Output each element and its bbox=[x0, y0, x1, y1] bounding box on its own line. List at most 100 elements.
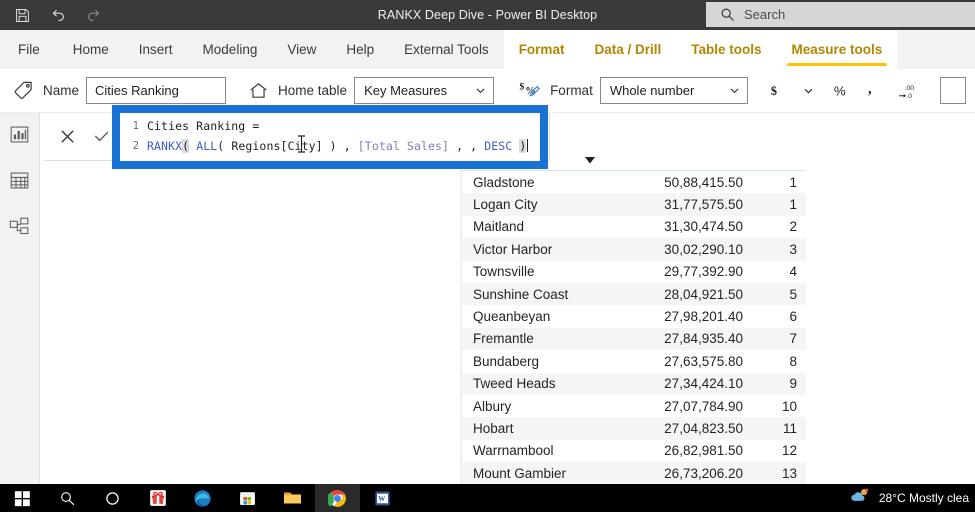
table-row[interactable]: Tweed Heads 27,34,424.10 9 bbox=[462, 372, 806, 395]
dax-formula-editor[interactable]: 1 Cities Ranking = 2 RANKX( ALL( Regions… bbox=[120, 113, 540, 161]
search-taskbar-button[interactable] bbox=[45, 484, 90, 512]
token-measure-reference: [Total Sales] bbox=[357, 139, 450, 153]
text-caret bbox=[527, 139, 529, 152]
cell-value: 31,30,474.50 bbox=[664, 219, 743, 235]
token-desc: DESC bbox=[484, 139, 513, 153]
table-visual[interactable]: Gladstone 50,88,415.50 1 Logan City 31,77,5… bbox=[461, 151, 806, 485]
home-table-group: Home table Key Measures bbox=[245, 77, 495, 104]
cell-rank: 9 bbox=[789, 376, 797, 392]
measure-name-input[interactable]: Cities Ranking bbox=[86, 77, 227, 104]
tab-file[interactable]: File bbox=[0, 30, 58, 69]
weather-text[interactable]: 28°C Mostly clea bbox=[879, 491, 969, 505]
formula-line-2: 2 RANKX( ALL( Regions[City] ) , [Total S… bbox=[120, 136, 540, 156]
save-icon[interactable] bbox=[12, 5, 32, 25]
cell-city: Maitland bbox=[473, 219, 525, 235]
chrome-button[interactable] bbox=[315, 484, 360, 512]
cell-value: 27,04,823.50 bbox=[664, 420, 743, 436]
dax-formula-editor-highlight: 1 Cities Ranking = 2 RANKX( ALL( Regions… bbox=[113, 106, 547, 168]
token-open-paren-2: ( bbox=[217, 139, 232, 153]
report-canvas: Gladstone 50,88,415.50 1 Logan City 31,77,5… bbox=[40, 113, 975, 485]
table-row[interactable]: Townsville 29,77,392.90 4 bbox=[462, 261, 806, 283]
thousands-separator-button[interactable]: , bbox=[862, 77, 884, 105]
extra-format-control[interactable] bbox=[939, 77, 966, 104]
search-box[interactable]: Search bbox=[706, 2, 975, 27]
table-row[interactable]: Fremantle 27,84,935.40 7 bbox=[462, 327, 806, 351]
cell-rank: 12 bbox=[781, 443, 797, 459]
table-row[interactable]: Victor Harbor 30,02,290.10 3 bbox=[462, 238, 806, 261]
redo-icon[interactable] bbox=[84, 5, 104, 25]
cell-value: 27,34,424.10 bbox=[664, 376, 743, 392]
sidebar-item-report-view[interactable] bbox=[6, 120, 34, 148]
partly-cloudy-icon[interactable] bbox=[848, 487, 872, 510]
percent-format-button[interactable]: % bbox=[830, 77, 852, 105]
title-bar: RANKX Deep Dive - Power BI Desktop Searc… bbox=[0, 0, 975, 30]
table-row[interactable]: Queanbeyan 27,98,201.40 6 bbox=[462, 305, 806, 327]
currency-format-button[interactable]: $ bbox=[766, 77, 788, 105]
cell-value: 30,02,290.10 bbox=[664, 241, 743, 257]
decimal-places-button[interactable]: .00 .0 bbox=[898, 77, 922, 105]
edge-button[interactable] bbox=[180, 484, 225, 512]
ribbon-tab-strip: File Home Insert Modeling View Help Exte… bbox=[0, 30, 975, 69]
tab-external-tools[interactable]: External Tools bbox=[389, 30, 504, 69]
table-row[interactable]: Sunshine Coast 28,04,921.50 5 bbox=[462, 282, 806, 306]
cortana-button[interactable] bbox=[90, 484, 135, 512]
cell-city: Albury bbox=[473, 398, 512, 414]
checkmark-icon[interactable] bbox=[92, 127, 112, 147]
table-row[interactable]: Hobart 27,04,823.50 11 bbox=[462, 417, 806, 440]
cell-value: 27,63,575.80 bbox=[664, 353, 743, 369]
cell-rank: 13 bbox=[781, 465, 797, 481]
store-button[interactable] bbox=[225, 484, 270, 512]
table-body: Gladstone 50,88,415.50 1 Logan City 31,77,5… bbox=[462, 171, 806, 485]
table-row[interactable]: Maitland 31,30,474.50 2 bbox=[462, 216, 806, 238]
svg-text:,: , bbox=[868, 82, 872, 97]
format-select[interactable]: Whole number bbox=[599, 77, 748, 104]
formula-line-1: 1 Cities Ranking = bbox=[120, 116, 540, 136]
name-group: Name Cities Ranking bbox=[0, 77, 227, 104]
cell-rank: 6 bbox=[789, 309, 797, 325]
tab-measure-tools[interactable]: Measure tools bbox=[776, 30, 898, 69]
chevron-down-icon bbox=[729, 85, 740, 96]
tag-icon bbox=[10, 78, 36, 104]
table-row[interactable]: Albury 27,07,784.90 10 bbox=[462, 395, 806, 417]
table-row[interactable]: Mount Gambier 26,73,206.20 13 bbox=[462, 462, 806, 485]
cell-value: 31,77,575.50 bbox=[664, 197, 743, 213]
word-button[interactable]: W bbox=[360, 484, 405, 512]
cell-rank: 8 bbox=[789, 353, 797, 369]
svg-text:.0: .0 bbox=[906, 93, 912, 100]
token-separator-2: , , bbox=[449, 139, 485, 153]
search-icon bbox=[720, 7, 735, 22]
cell-rank: 5 bbox=[789, 286, 797, 302]
formula-line-2-text: RANKX( ALL( Regions[City] ) , [Total Sal… bbox=[147, 139, 529, 153]
tab-insert[interactable]: Insert bbox=[124, 30, 188, 69]
cell-city: Logan City bbox=[473, 197, 538, 213]
file-explorer-button[interactable] bbox=[270, 484, 315, 512]
sort-descending-arrow-icon[interactable] bbox=[584, 155, 596, 165]
table-row[interactable]: Warrnambool 26,82,981.50 12 bbox=[462, 440, 806, 462]
cell-rank: 2 bbox=[789, 219, 797, 235]
cell-city: Fremantle bbox=[473, 331, 534, 347]
cell-city: Sunshine Coast bbox=[473, 286, 569, 302]
cell-rank: 3 bbox=[789, 241, 797, 257]
home-table-select[interactable]: Key Measures bbox=[354, 77, 495, 104]
cell-city: Warrnambool bbox=[473, 443, 554, 459]
start-button[interactable] bbox=[0, 484, 45, 512]
table-row[interactable]: Gladstone 50,88,415.50 1 bbox=[462, 171, 806, 193]
token-column-reference: Regions[City] bbox=[231, 139, 323, 153]
tab-home[interactable]: Home bbox=[58, 30, 124, 69]
tab-table-tools[interactable]: Table tools bbox=[676, 30, 777, 69]
tab-format[interactable]: Format bbox=[503, 30, 580, 69]
table-row[interactable]: Logan City 31,77,575.50 1 bbox=[462, 193, 806, 216]
tab-data-drill[interactable]: Data / Drill bbox=[579, 30, 677, 69]
close-x-icon[interactable] bbox=[58, 127, 78, 147]
tab-help[interactable]: Help bbox=[331, 30, 389, 69]
sidebar-item-model-view[interactable] bbox=[6, 212, 34, 240]
sidebar-item-data-view[interactable] bbox=[6, 166, 34, 194]
tab-view[interactable]: View bbox=[272, 30, 331, 69]
undo-icon[interactable] bbox=[48, 5, 68, 25]
tab-modeling[interactable]: Modeling bbox=[188, 30, 273, 69]
power-bi-desktop-window: RANKX Deep Dive - Power BI Desktop Searc… bbox=[0, 0, 975, 512]
token-all: ALL bbox=[196, 139, 218, 153]
rewards-button[interactable] bbox=[135, 484, 180, 512]
table-row[interactable]: Bundaberg 27,63,575.80 8 bbox=[462, 350, 806, 372]
currency-dropdown-chevron-icon[interactable] bbox=[798, 77, 820, 105]
